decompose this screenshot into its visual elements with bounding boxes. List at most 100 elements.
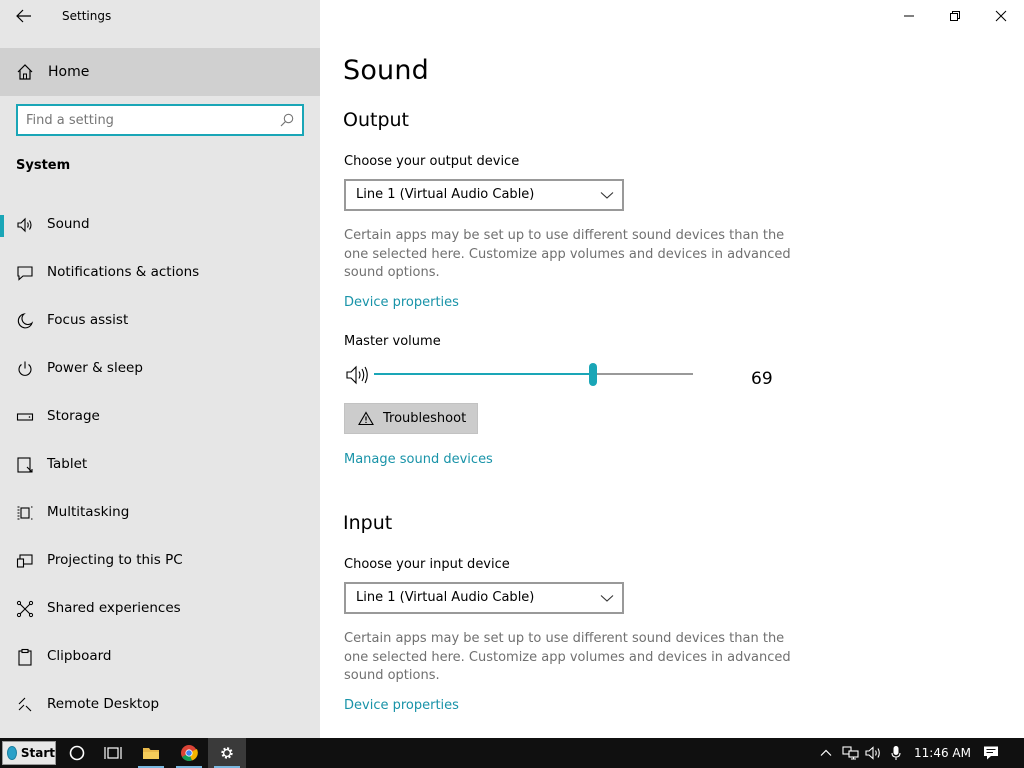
cortana-button[interactable] [58,738,96,768]
sidebar-item-remote-desktop[interactable]: Remote Desktop [0,685,320,725]
output-description: Certain apps may be set up to use differ… [344,228,791,280]
input-description: Certain apps may be set up to use differ… [344,631,791,683]
sidebar-item-tablet[interactable]: Tablet [0,445,320,485]
clipboard-icon [18,648,32,666]
action-center-button[interactable] [980,738,1002,768]
moon-icon [17,313,34,329]
input-device-label: Choose your input device [344,557,510,572]
projecting-icon [16,554,33,568]
volume-slider-thumb[interactable] [589,363,597,386]
volume-slider-fill[interactable] [374,373,593,375]
sidebar-home[interactable]: Home [0,48,320,96]
output-device-value: Line 1 (Virtual Audio Cable) [356,187,535,202]
task-view-button[interactable] [94,738,132,768]
home-label: Home [48,64,90,80]
sidebar-item-label: Notifications & actions [47,264,200,280]
troubleshoot-label: Troubleshoot [383,411,467,426]
volume-icon[interactable] [344,364,370,386]
output-device-properties-link[interactable]: Device properties [344,295,459,310]
sidebar-item-multitasking[interactable]: Multitasking [0,493,320,533]
warning-icon [358,411,374,426]
close-button[interactable] [978,0,1024,32]
volume-tray-icon [865,746,880,760]
multitasking-icon [17,506,33,520]
back-arrow-icon [16,9,31,23]
input-heading: Input [343,512,393,534]
chrome-button[interactable] [170,738,208,768]
network-icon [842,746,859,760]
folder-icon [143,748,159,759]
volume-value: 69 [751,369,773,389]
power-icon [18,361,32,376]
input-device-dropdown[interactable]: Line 1 (Virtual Audio Cable) [344,582,624,614]
back-button[interactable] [8,4,40,28]
sidebar-item-label: Tablet [47,456,88,472]
sidebar-item-clipboard[interactable]: Clipboard [0,637,320,677]
microphone-icon [891,746,901,760]
sidebar-item-notifications[interactable]: Notifications & actions [0,253,320,293]
chevron-up-icon [820,749,832,756]
storage-icon [16,413,34,421]
tablet-icon [17,457,33,473]
sidebar-item-power-sleep[interactable]: Power & sleep [0,349,320,389]
output-device-label: Choose your output device [344,154,520,169]
settings-taskbar-button[interactable] [208,738,246,768]
sidebar-item-label: Projecting to this PC [47,552,183,568]
shared-icon [16,600,34,618]
start-button[interactable]: Start [2,741,56,765]
sidebar-item-storage[interactable]: Storage [0,397,320,437]
microphone-button[interactable] [888,738,904,768]
sidebar-item-shared-experiences[interactable]: Shared experiences [0,589,320,629]
search-icon[interactable] [280,113,294,127]
sidebar-item-label: Sound [47,216,90,232]
page-title: Sound [343,55,430,86]
remote-desktop-icon [18,697,32,712]
sidebar-item-sound[interactable]: Sound [0,205,320,245]
home-icon [17,64,33,80]
start-label: Start [20,746,55,760]
close-icon [995,10,1007,22]
minimize-icon [904,15,914,17]
chevron-down-icon [600,192,614,199]
search-input[interactable] [26,111,272,129]
task-view-icon [104,747,122,759]
troubleshoot-button[interactable]: Troubleshoot [344,403,478,434]
section-title: System [16,158,71,173]
titlebar-left: Settings [0,0,320,32]
tray-overflow-button[interactable] [817,738,835,768]
sidebar-item-projecting[interactable]: Projecting to this PC [0,541,320,581]
sidebar-item-label: Clipboard [47,648,112,664]
output-device-dropdown[interactable]: Line 1 (Virtual Audio Cable) [344,179,624,211]
input-device-value: Line 1 (Virtual Audio Cable) [356,590,535,605]
sidebar-item-label: Shared experiences [47,600,181,616]
file-explorer-button[interactable] [132,738,170,768]
network-button[interactable] [841,738,861,768]
sidebar-item-label: Multitasking [47,504,130,520]
search-box[interactable] [16,104,304,136]
sidebar-item-label: Focus assist [47,312,129,328]
sidebar-item-focus-assist[interactable]: Focus assist [0,301,320,341]
restore-button[interactable] [932,0,978,32]
minimize-button[interactable] [886,0,932,32]
output-heading: Output [343,109,409,131]
volume-slider-track[interactable] [593,373,693,375]
gear-icon [221,747,233,759]
chrome-icon [181,745,198,761]
input-device-properties-link[interactable]: Device properties [344,698,459,713]
taskbar: Start 11:46 AM [0,738,1024,768]
start-orb-icon [7,746,17,760]
action-center-icon [984,746,998,760]
volume-tray-button[interactable] [864,738,884,768]
notification-icon [17,266,33,281]
sidebar: Settings Home System Sound Notifications… [0,0,320,738]
sidebar-item-label: Remote Desktop [47,696,160,712]
clock[interactable]: 11:46 AM [914,746,971,760]
app-title: Settings [62,9,112,23]
chevron-down-icon [600,595,614,602]
cortana-circle-icon [69,745,85,761]
manage-sound-devices-link[interactable]: Manage sound devices [344,452,493,467]
sidebar-item-label: Storage [47,408,100,424]
master-volume-label: Master volume [344,334,441,349]
restore-icon [950,11,960,21]
speaker-icon [17,217,32,233]
